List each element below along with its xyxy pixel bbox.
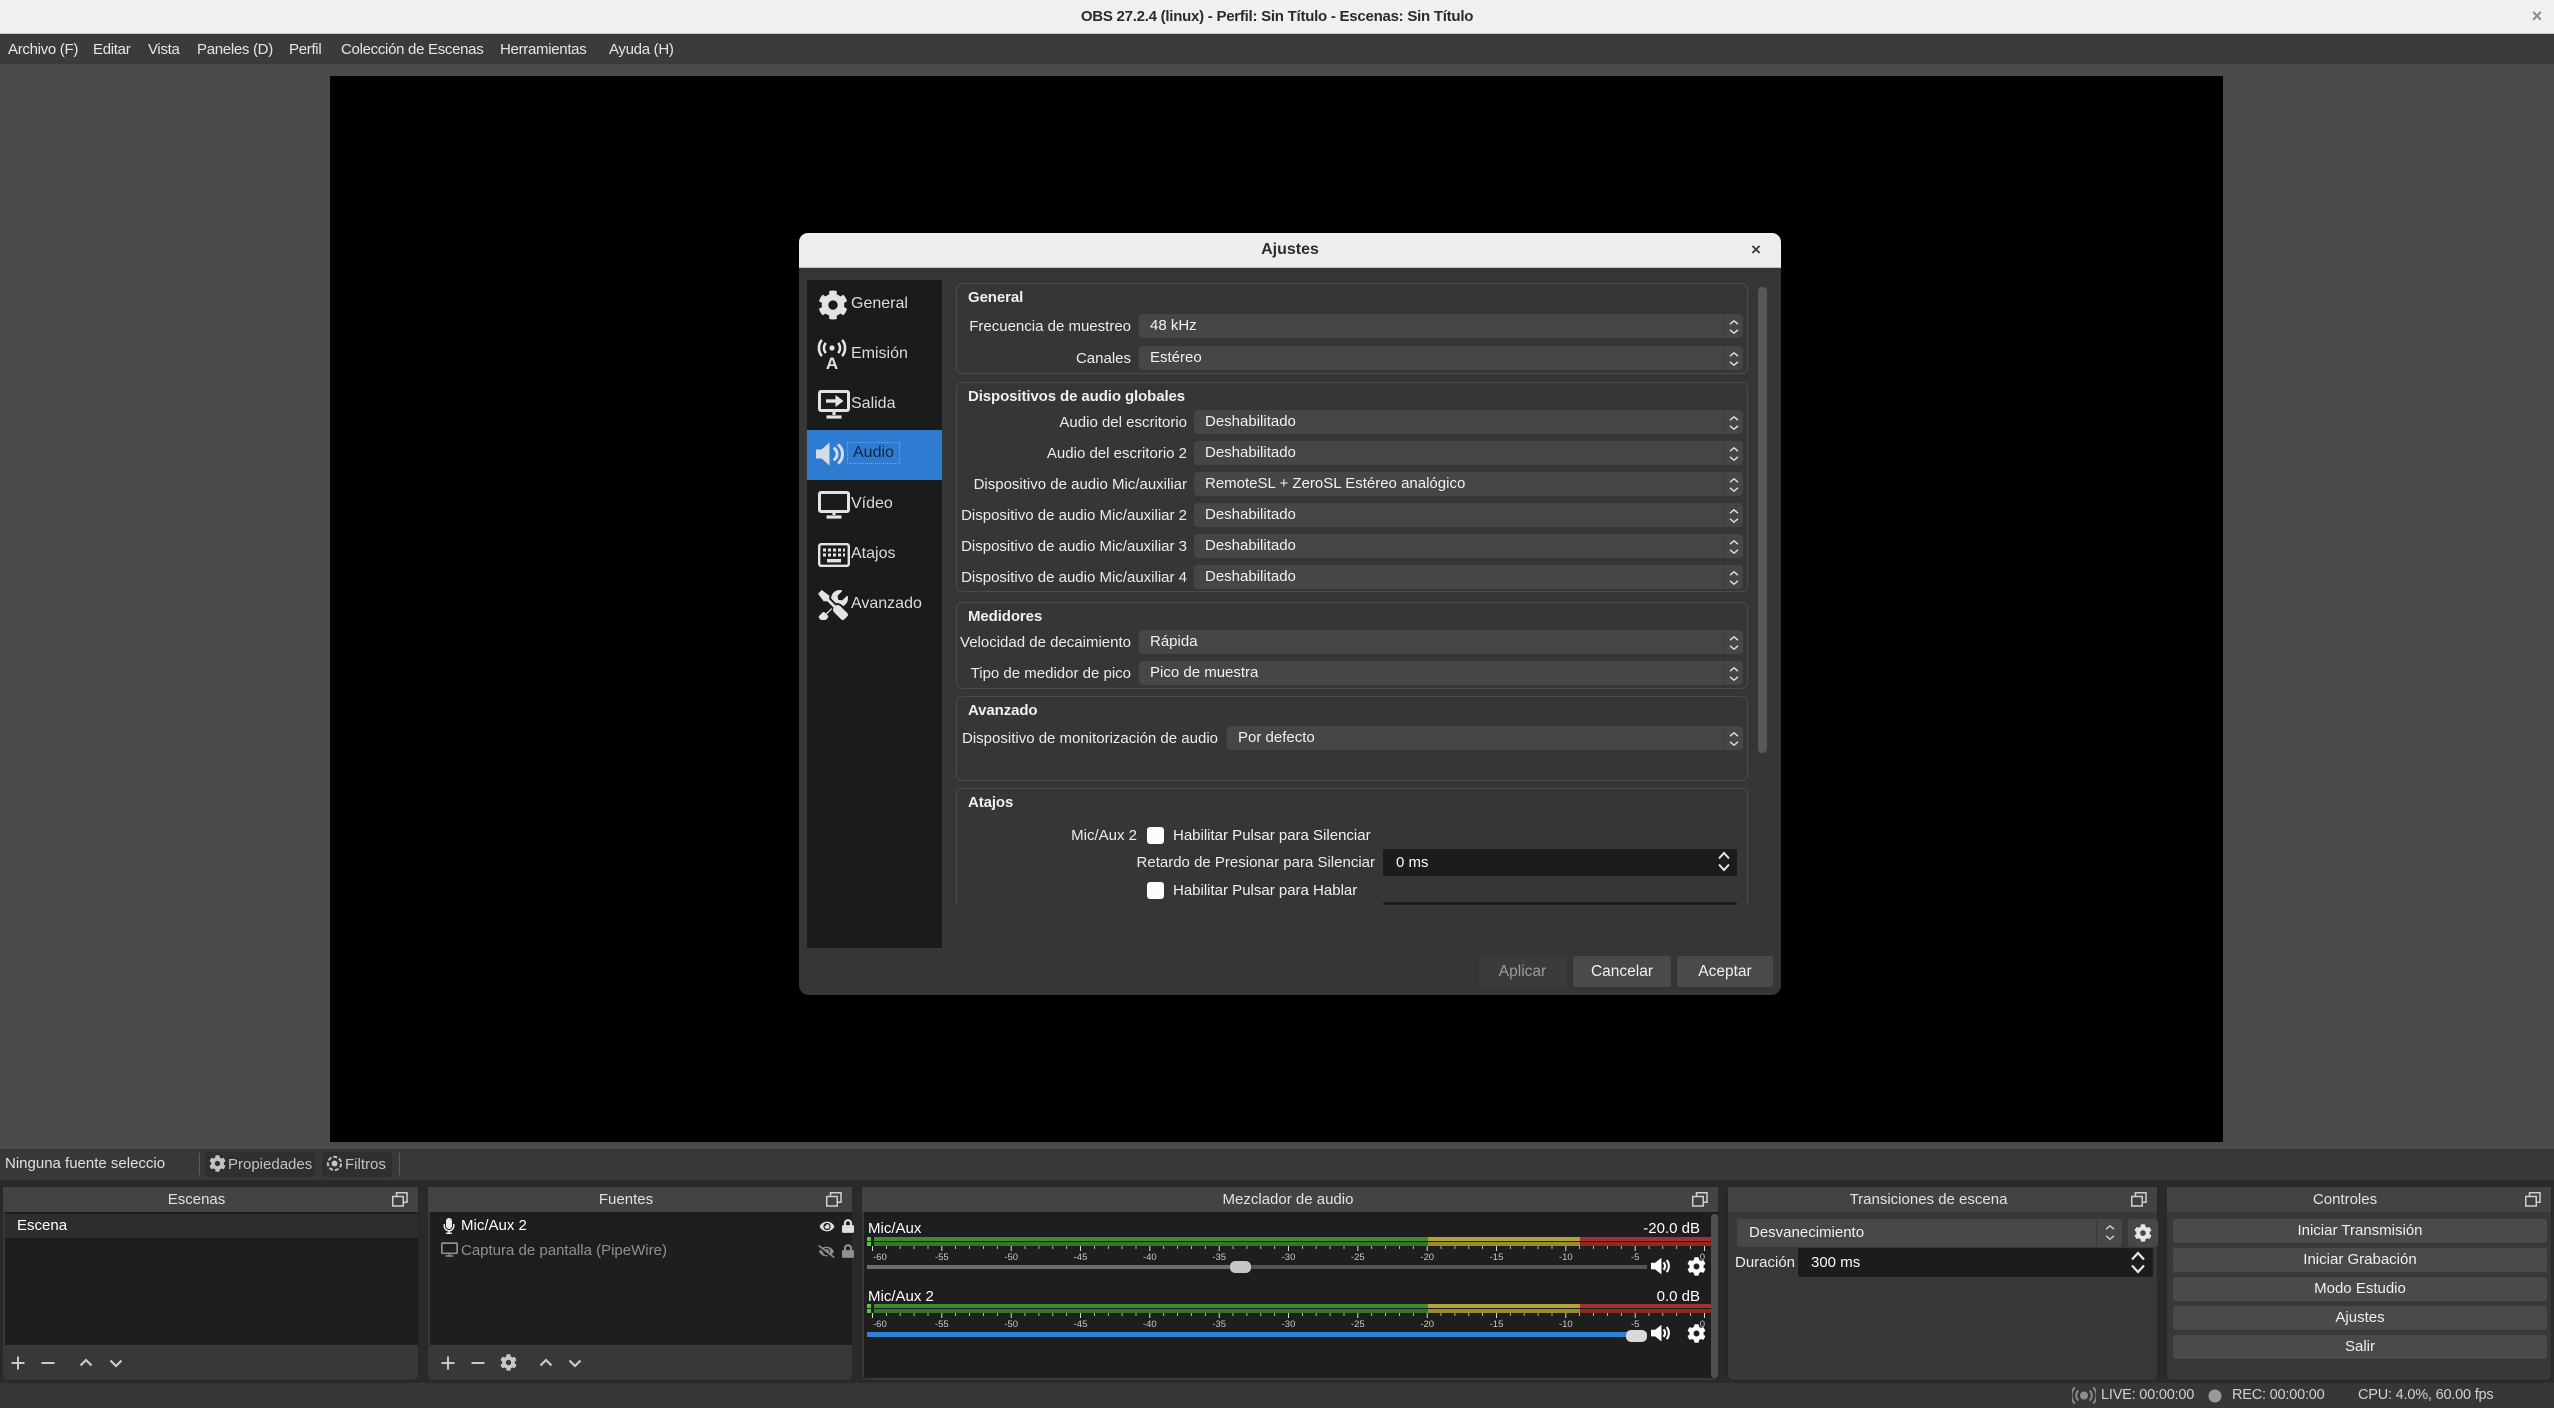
svg-text:-25: -25 [1351,1319,1365,1330]
svg-text:-40: -40 [1143,1319,1157,1330]
svg-text:-30: -30 [1282,1252,1296,1263]
svg-text:-40: -40 [1143,1252,1157,1263]
svg-text:-10: -10 [1559,1319,1573,1330]
svg-text:-50: -50 [1004,1319,1018,1330]
svg-text:-55: -55 [935,1252,949,1263]
svg-text:-30: -30 [1282,1319,1296,1330]
svg-text:-35: -35 [1212,1252,1226,1263]
svg-text:-55: -55 [935,1319,949,1330]
svg-text:-20: -20 [1420,1319,1434,1330]
svg-text:-45: -45 [1074,1252,1088,1263]
svg-text:-25: -25 [1351,1252,1365,1263]
svg-text:-35: -35 [1212,1319,1226,1330]
svg-text:A: A [826,354,838,371]
svg-text:-60: -60 [873,1319,887,1330]
svg-text:-50: -50 [1004,1252,1018,1263]
svg-text:-60: -60 [873,1252,887,1263]
svg-text:-10: -10 [1559,1252,1573,1263]
svg-text:-45: -45 [1074,1319,1088,1330]
svg-text:-5: -5 [1631,1319,1639,1330]
svg-text:-5: -5 [1631,1252,1639,1263]
svg-text:-15: -15 [1490,1252,1504,1263]
svg-text:-20: -20 [1420,1252,1434,1263]
svg-text:-15: -15 [1490,1319,1504,1330]
